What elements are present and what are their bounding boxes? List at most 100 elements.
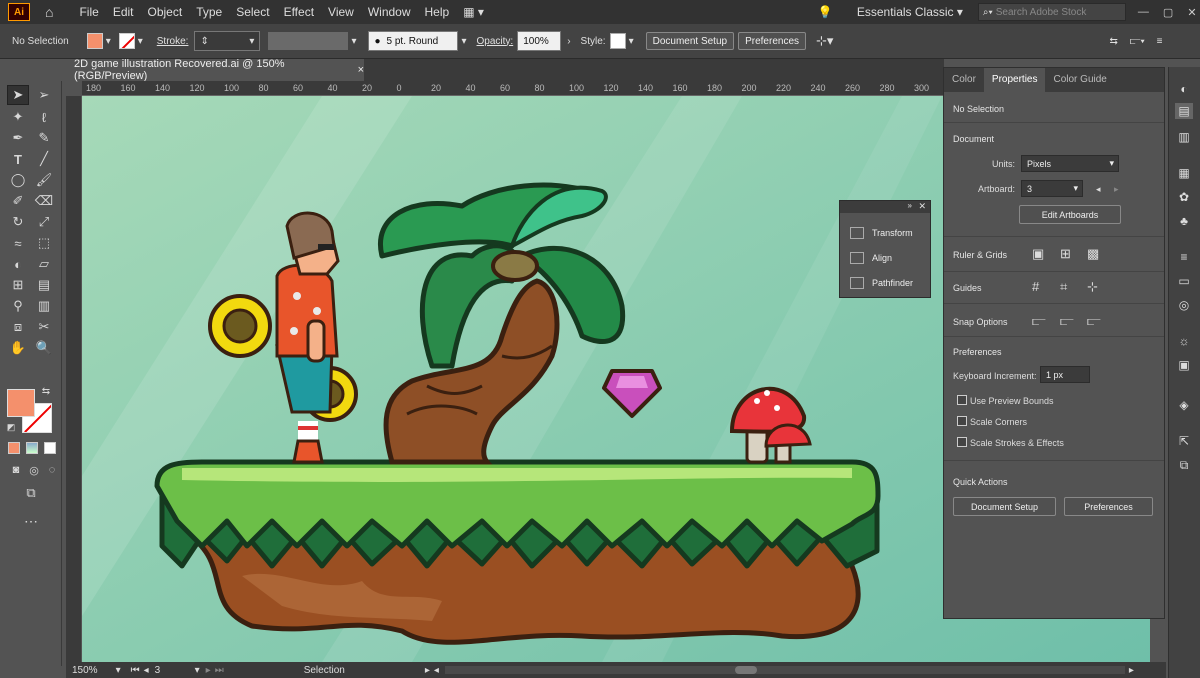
graphic-styles-icon[interactable]: ▣ bbox=[1175, 357, 1193, 373]
transparency-grid-icon[interactable]: ▩ bbox=[1087, 246, 1099, 262]
arrange-documents-icon[interactable]: ▦ ▾ bbox=[456, 5, 491, 19]
curvature-tool-icon[interactable]: ✎ bbox=[33, 128, 55, 148]
menu-file[interactable]: File bbox=[72, 5, 105, 19]
transform-icon[interactable]: ⊹▾ bbox=[816, 33, 833, 49]
snap-to-pixel-icon[interactable]: ⫍ bbox=[1060, 313, 1074, 329]
snap-to-grid-icon[interactable]: ⫍ bbox=[1087, 313, 1101, 329]
direct-selection-tool-icon[interactable]: ➢ bbox=[33, 85, 55, 105]
paintbrush-tool-icon[interactable]: 🖌 bbox=[33, 170, 55, 190]
free-transform-tool-icon[interactable]: ⬚ bbox=[33, 233, 55, 253]
properties-panel-icon[interactable]: ▤ bbox=[1175, 103, 1193, 119]
opacity-arrow-icon[interactable]: › bbox=[567, 36, 570, 47]
eraser-tool-icon[interactable]: ⌫ bbox=[33, 191, 55, 211]
artboard-number[interactable]: 3 bbox=[155, 665, 195, 676]
style-swatch[interactable] bbox=[609, 33, 626, 49]
fill-swatch[interactable] bbox=[86, 33, 103, 49]
screen-mode-icon[interactable]: ⧉ bbox=[20, 483, 42, 503]
transparency-icon[interactable]: ◎ bbox=[1175, 297, 1193, 313]
eyedropper-tool-icon[interactable]: ⚲ bbox=[7, 296, 29, 316]
home-icon[interactable]: ⌂ bbox=[38, 4, 60, 20]
ruler-icon[interactable]: ▣ bbox=[1032, 246, 1044, 262]
prev-artboard-icon[interactable]: ◂ bbox=[144, 665, 149, 676]
opacity-label[interactable]: Opacity: bbox=[477, 36, 514, 47]
selection-tool-icon[interactable]: ➤ bbox=[7, 85, 29, 105]
zoom-tool-icon[interactable]: 🔍 bbox=[33, 338, 55, 358]
scroll-right-icon[interactable]: ▸ bbox=[1129, 665, 1134, 676]
menu-object[interactable]: Object bbox=[141, 5, 190, 19]
artboard-select[interactable]: 3 ▾ bbox=[1021, 180, 1083, 197]
use-preview-bounds-checkbox[interactable] bbox=[957, 395, 967, 405]
document-tab[interactable]: 2D game illustration Recovered.ai @ 150%… bbox=[66, 58, 364, 82]
shape-builder-tool-icon[interactable]: ◐ bbox=[7, 254, 29, 274]
brush-dropdown-icon[interactable]: ▾ bbox=[461, 36, 466, 47]
close-icon[interactable]: ✕ bbox=[918, 201, 926, 212]
vertical-ruler[interactable] bbox=[66, 96, 81, 662]
style-dropdown-icon[interactable]: ▾ bbox=[629, 36, 634, 47]
export-icon[interactable]: ⇱ bbox=[1175, 433, 1193, 449]
minimize-button[interactable]: — bbox=[1138, 6, 1149, 18]
scale-tool-icon[interactable]: ⤢ bbox=[33, 212, 55, 232]
fill-dropdown-icon[interactable]: ▾ bbox=[106, 36, 111, 47]
draw-inside-icon[interactable]: ◌ bbox=[41, 460, 63, 480]
edit-artboards-button[interactable]: Edit Artboards bbox=[1019, 205, 1121, 224]
guides-icon[interactable]: # bbox=[1032, 279, 1039, 294]
line-tool-icon[interactable]: ╱ bbox=[33, 149, 55, 169]
artboards-icon[interactable]: ⧉ bbox=[1175, 457, 1193, 473]
previous-artboard-icon[interactable]: ◂ bbox=[1096, 184, 1101, 195]
grid-icon[interactable]: ⊞ bbox=[1060, 246, 1071, 262]
artboard-tool-icon[interactable]: ⧈ bbox=[7, 317, 29, 337]
menu-select[interactable]: Select bbox=[229, 5, 276, 19]
type-tool-icon[interactable]: T bbox=[7, 149, 29, 169]
status-menu-icon[interactable]: ▸ bbox=[425, 665, 430, 676]
gradient-mode-icon[interactable] bbox=[26, 442, 38, 454]
tab-properties[interactable]: Properties bbox=[983, 68, 1046, 92]
scale-strokes-checkbox[interactable] bbox=[957, 437, 967, 447]
profile-dropdown-icon[interactable]: ▾ bbox=[351, 36, 356, 47]
quick-document-setup-button[interactable]: Document Setup bbox=[953, 497, 1056, 516]
stroke-dropdown-icon[interactable]: ▾ bbox=[138, 36, 143, 47]
quick-preferences-button[interactable]: Preferences bbox=[1064, 497, 1153, 516]
menu-effect[interactable]: Effect bbox=[277, 5, 321, 19]
magic-wand-tool-icon[interactable]: ✦ bbox=[7, 107, 29, 127]
maximize-button[interactable]: ▢ bbox=[1163, 6, 1173, 19]
swatches-icon[interactable]: ▦ bbox=[1175, 165, 1193, 181]
workspace-switcher[interactable]: Essentials Classic ▾ bbox=[850, 5, 970, 19]
scroll-left-icon[interactable]: ◂ bbox=[434, 665, 439, 676]
variable-width-profile[interactable] bbox=[268, 32, 349, 50]
stroke-swatch[interactable] bbox=[118, 33, 135, 49]
align-panel-icon[interactable]: ⇆ bbox=[1109, 36, 1117, 47]
brush-definition-field[interactable]: ● 5 pt. Round bbox=[368, 31, 459, 51]
menu-type[interactable]: Type bbox=[189, 5, 229, 19]
fill-color-box[interactable] bbox=[7, 389, 35, 417]
horizontal-scrollbar[interactable] bbox=[444, 666, 1125, 674]
ellipse-tool-icon[interactable]: ◯ bbox=[7, 170, 29, 190]
appearance-icon[interactable]: ☼ bbox=[1175, 333, 1193, 349]
lock-guides-icon[interactable]: ⌗ bbox=[1060, 279, 1067, 295]
gradient-panel-icon[interactable]: ▭ bbox=[1175, 273, 1193, 289]
zoom-dropdown-icon[interactable]: ▾ bbox=[116, 665, 121, 676]
symbols-icon[interactable]: ♣ bbox=[1175, 213, 1193, 229]
slice-tool-icon[interactable]: ✂ bbox=[33, 317, 55, 337]
width-tool-icon[interactable]: ≈ bbox=[7, 233, 29, 253]
horizontal-ruler[interactable]: 180 160 140 120 100 80 60 40 20 0 20 40 60 80 100 120 14… bbox=[82, 81, 998, 96]
snap-icon[interactable]: ⫍▾ bbox=[1130, 36, 1145, 47]
tab-close-icon[interactable]: × bbox=[358, 64, 364, 76]
color-mode-icon[interactable] bbox=[8, 442, 20, 454]
stock-search-field[interactable]: ⌕▾ Search Adobe Stock bbox=[977, 3, 1126, 21]
menu-help[interactable]: Help bbox=[418, 5, 457, 19]
swap-colors-icon[interactable]: ⇆ bbox=[40, 385, 52, 397]
units-select[interactable]: Pixels ▾ bbox=[1021, 155, 1119, 172]
scrollbar-thumb[interactable] bbox=[734, 666, 757, 674]
graph-tool-icon[interactable]: ▥ bbox=[33, 296, 55, 316]
next-artboard-icon[interactable]: ▸ bbox=[206, 665, 211, 676]
align-panel-button[interactable]: Align bbox=[850, 252, 892, 264]
snap-to-point-icon[interactable]: ⫍ bbox=[1032, 313, 1046, 329]
artboard-dropdown-icon[interactable]: ▾ bbox=[195, 665, 200, 676]
menu-view[interactable]: View bbox=[321, 5, 361, 19]
tab-color-guide[interactable]: Color Guide bbox=[1045, 68, 1114, 92]
layers-icon[interactable]: ◈ bbox=[1175, 397, 1193, 413]
lasso-tool-icon[interactable]: ℓ bbox=[33, 107, 55, 127]
document-setup-button[interactable]: Document Setup bbox=[645, 32, 735, 50]
smart-guides-icon[interactable]: ⊹ bbox=[1087, 279, 1098, 295]
brushes-icon[interactable]: ✿ bbox=[1175, 189, 1193, 205]
